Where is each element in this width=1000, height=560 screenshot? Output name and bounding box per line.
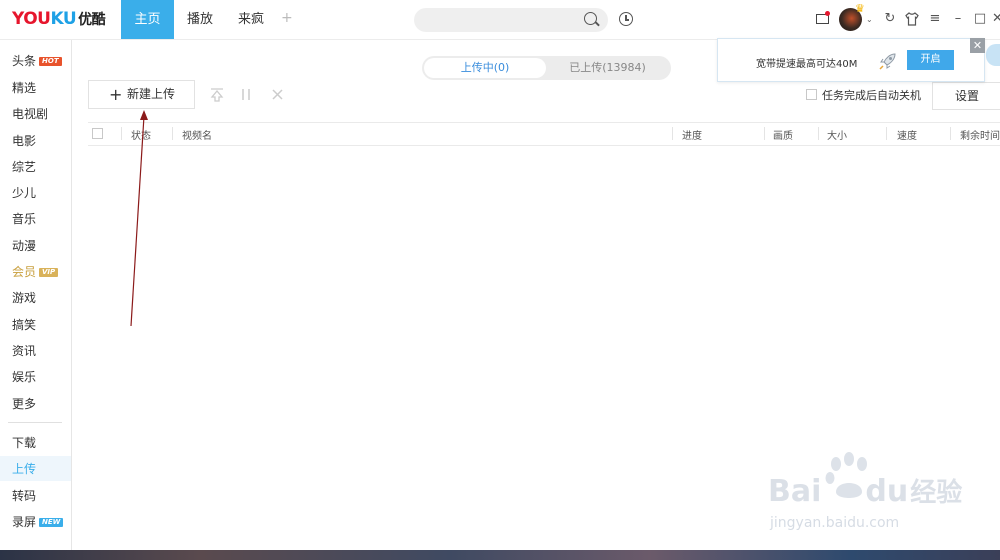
tab-uploaded[interactable]: 已上传(13984) (546, 58, 669, 78)
column-separator (764, 127, 765, 140)
tab-home[interactable]: 主页 (121, 0, 174, 39)
tab-laifeng[interactable]: 来疯 (226, 0, 276, 39)
speed-boost-open-button[interactable]: 开启 (907, 50, 954, 70)
logo-text-cn: 优酷 (78, 12, 106, 28)
delete-icon[interactable] (271, 87, 284, 105)
sidebar-item-upload[interactable]: 上传 (12, 461, 36, 477)
sidebar-item-transcode[interactable]: 转码 (12, 488, 36, 504)
move-top-icon[interactable] (209, 87, 225, 105)
watermark-jingyan: 经验 (910, 478, 963, 508)
watermark-url: jingyan.baidu.com (770, 515, 900, 531)
sidebar-item-screen-record[interactable]: 录屏 NEW (12, 514, 64, 530)
search-icon[interactable] (584, 12, 597, 25)
maximize-button[interactable]: □ (972, 11, 988, 27)
plus-icon: + (109, 85, 123, 104)
chevron-down-icon[interactable]: ⌄ (866, 15, 873, 24)
column-size[interactable]: 大小 (827, 127, 847, 142)
column-video-name[interactable]: 视频名 (182, 127, 212, 142)
minimize-button[interactable]: – (950, 11, 966, 27)
sidebar-item-games[interactable]: 游戏 (12, 290, 36, 306)
sidebar-item-download[interactable]: 下载 (12, 435, 36, 451)
tab-uploading[interactable]: 上传中(0) (424, 58, 546, 78)
column-separator (950, 127, 951, 140)
search-input[interactable] (414, 8, 608, 32)
sidebar-item-movies[interactable]: 电影 (12, 133, 36, 149)
new-upload-button[interactable]: + 新建上传 (88, 80, 195, 109)
column-quality[interactable]: 画质 (773, 127, 793, 142)
logo-text-ku: KU (50, 9, 77, 29)
sidebar-item-kids[interactable]: 少儿 (12, 185, 36, 201)
column-separator (886, 127, 887, 140)
sidebar-item-variety[interactable]: 综艺 (12, 159, 36, 175)
auto-shutdown-label: 任务完成后自动关机 (822, 89, 921, 102)
column-separator (172, 127, 173, 140)
watermark-du: du (865, 474, 909, 509)
column-separator (672, 127, 673, 140)
desktop-background-strip (0, 550, 1000, 560)
column-speed[interactable]: 速度 (897, 127, 917, 142)
column-separator (121, 127, 122, 140)
column-progress[interactable]: 进度 (682, 127, 702, 142)
youku-logo[interactable]: YOUKU 优酷 (12, 9, 106, 29)
close-popup-icon[interactable]: ✕ (970, 38, 985, 53)
sidebar-item-funny[interactable]: 搞笑 (12, 317, 36, 333)
sidebar-item-news[interactable]: 资讯 (12, 343, 36, 359)
column-separator (818, 127, 819, 140)
history-clock-icon[interactable] (619, 12, 633, 26)
pause-icon[interactable] (240, 87, 252, 105)
new-upload-label: 新建上传 (127, 87, 176, 101)
close-window-button[interactable]: ✕ (992, 11, 1000, 27)
sidebar-item-headlines[interactable]: 头条 HOT (12, 53, 62, 69)
column-remaining-time[interactable]: 剩余时间 (960, 127, 1000, 142)
upload-table-header: 状态 视频名 进度 画质 大小 速度 剩余时间 (88, 122, 1000, 146)
column-status[interactable]: 状态 (131, 127, 151, 142)
watermark-bai: Bai (768, 474, 822, 509)
skin-shirt-icon[interactable] (904, 11, 920, 27)
auto-shutdown-checkbox[interactable] (806, 89, 817, 100)
sidebar-item-featured[interactable]: 精选 (12, 80, 36, 96)
sidebar-item-music[interactable]: 音乐 (12, 211, 36, 227)
sidebar-item-label: 头条 (12, 54, 37, 68)
speed-boost-popup: 宽带提速最高可达40M 开启 (717, 38, 985, 82)
sidebar-item-more[interactable]: 更多 (12, 396, 36, 412)
logo-text-you: YOU (12, 9, 51, 29)
vip-badge: VIP (39, 268, 59, 277)
sidebar-item-label: 录屏 (12, 515, 37, 529)
select-all-checkbox[interactable] (92, 128, 103, 139)
hot-badge: HOT (39, 57, 62, 66)
sidebar-item-vip[interactable]: 会员 VIP (12, 264, 59, 280)
sidebar-item-anime[interactable]: 动漫 (12, 238, 36, 254)
add-tab-button[interactable]: + (281, 10, 293, 26)
speed-boost-text: 宽带提速最高可达40M (756, 59, 858, 70)
sidebar-divider (8, 422, 62, 423)
settings-button[interactable]: 设置 (932, 82, 1000, 110)
menu-icon[interactable]: ≡ (927, 11, 943, 27)
crown-icon: ♛ (855, 2, 865, 15)
tab-play[interactable]: 播放 (174, 0, 226, 39)
side-widget-peek[interactable] (986, 44, 1000, 66)
new-badge: NEW (39, 518, 64, 527)
sidebar-item-label: 会员 (12, 265, 37, 279)
sidebar-item-tv[interactable]: 电视剧 (12, 106, 48, 122)
refresh-icon[interactable]: ↻ (882, 11, 898, 27)
notification-dot (825, 11, 830, 16)
rocket-icon (878, 51, 898, 75)
baidu-jingyan-watermark: Bai du经验 (768, 472, 962, 509)
sidebar-item-entertainment[interactable]: 娱乐 (12, 369, 36, 385)
